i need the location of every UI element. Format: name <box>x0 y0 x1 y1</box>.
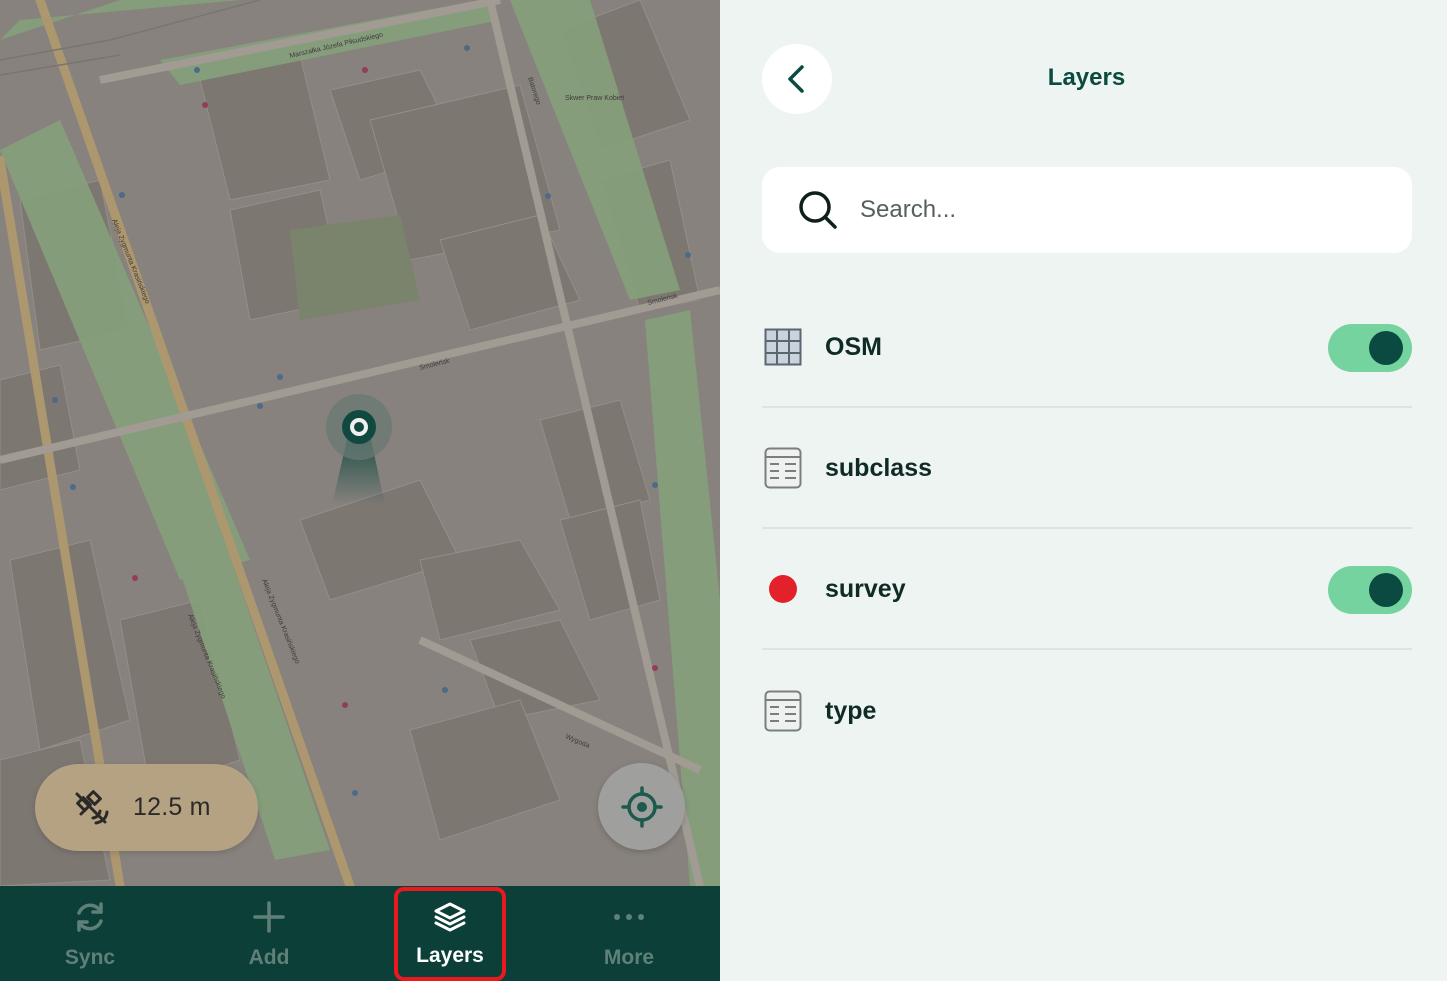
nav-layers-label: Layers <box>416 944 484 967</box>
table-icon <box>764 447 802 489</box>
page-title: Layers <box>1047 64 1126 91</box>
nav-add-button[interactable]: Add <box>204 886 334 981</box>
search-bar[interactable] <box>762 167 1412 253</box>
nav-add-label: Add <box>248 946 290 969</box>
nav-sync-label: Sync <box>64 946 116 969</box>
search-icon <box>799 191 837 229</box>
layer-row-survey[interactable]: survey <box>762 530 1412 650</box>
nav-more-label: More <box>603 946 655 969</box>
bottom-navigation: Sync Add Layers More <box>0 886 720 981</box>
layer-name: survey <box>825 574 906 603</box>
satellite-icon <box>75 789 109 824</box>
app-root: Smoleńsk Smoleńsk Wygoda Aleja Zygmunta … <box>0 0 1447 981</box>
nav-layers-button[interactable]: Layers <box>394 887 506 981</box>
gps-accuracy-chip[interactable]: 12.5 m <box>35 764 258 851</box>
layers-icon <box>434 902 466 932</box>
point-dot-icon <box>769 575 797 603</box>
table-icon <box>764 690 802 732</box>
layer-row-osm[interactable]: OSM <box>762 288 1412 408</box>
map-screen: Smoleńsk Smoleńsk Wygoda Aleja Zygmunta … <box>0 0 720 981</box>
more-dots-icon <box>614 914 644 920</box>
locate-me-button[interactable] <box>598 763 685 850</box>
layers-panel: Layers OSM <box>720 0 1447 981</box>
layer-visibility-toggle[interactable] <box>1328 566 1412 614</box>
crosshair-icon <box>620 785 663 828</box>
street-label: Skwer Praw Kobiet <box>565 95 624 102</box>
nav-more-button[interactable]: More <box>564 886 694 981</box>
raster-grid-icon <box>764 328 802 366</box>
layer-row-type[interactable]: type <box>762 651 1412 771</box>
gps-accuracy-value: 12.5 m <box>133 793 211 821</box>
sync-icon <box>77 902 103 932</box>
layer-visibility-toggle[interactable] <box>1328 324 1412 372</box>
plus-icon <box>253 901 285 933</box>
nav-sync-button[interactable]: Sync <box>25 886 155 981</box>
search-input[interactable] <box>860 196 1380 224</box>
layer-row-subclass[interactable]: subclass <box>762 409 1412 529</box>
layer-name: subclass <box>825 453 933 482</box>
map-view[interactable]: Smoleńsk Smoleńsk Wygoda Aleja Zygmunta … <box>0 0 720 886</box>
layer-name: type <box>825 696 877 725</box>
layer-name: OSM <box>825 332 882 361</box>
